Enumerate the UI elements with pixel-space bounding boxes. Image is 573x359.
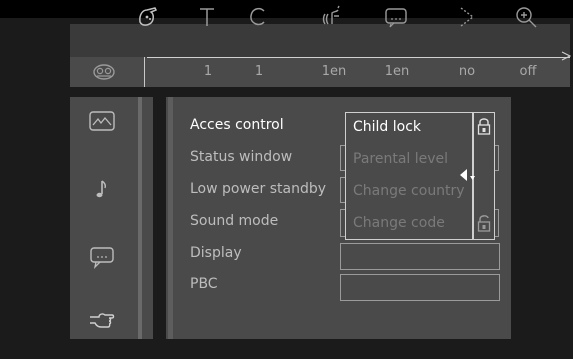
title-icon[interactable] [193, 3, 221, 31]
hand-pointer-icon[interactable] [85, 302, 119, 336]
picture-icon[interactable] [85, 104, 119, 138]
display-value-field[interactable] [340, 243, 500, 270]
speech-bubble-icon[interactable] [85, 240, 119, 274]
acces-control-submenu: Child lock Parental level Change country… [345, 112, 473, 240]
settings-panel: Acces control Status window Low power st… [166, 97, 511, 339]
status-zoom-value: off [519, 63, 537, 79]
submenu-item-child-lock[interactable]: Child lock [353, 115, 471, 139]
sidebar-rail [138, 97, 142, 339]
submenu-item-change-country[interactable]: Change country [353, 179, 471, 203]
left-arrow-pointer-icon [460, 169, 475, 181]
menu-item-low-power-standby[interactable]: Low power standby [190, 178, 350, 200]
pbc-value-field[interactable] [340, 274, 500, 301]
disc-reel-icon [90, 58, 118, 86]
chapter-icon[interactable] [244, 3, 272, 31]
lock-closed-icon[interactable] [477, 117, 491, 135]
menu-item-status-window[interactable]: Status window [190, 146, 350, 168]
status-chapter-value: 1 [254, 63, 264, 79]
submenu-item-parental-level[interactable]: Parental level [353, 147, 471, 171]
play-mode-icon[interactable] [452, 3, 480, 31]
audio-icon[interactable] [319, 3, 347, 31]
top-black-band [0, 0, 573, 18]
menu-item-acces-control[interactable]: Acces control [190, 114, 350, 136]
sidebar [70, 97, 153, 339]
osd-screen: 1 1 1en 1en no off Acces control Status … [0, 0, 573, 359]
menu-item-sound-mode[interactable]: Sound mode [190, 210, 350, 232]
subtitle-icon[interactable] [382, 3, 410, 31]
menu-item-pbc[interactable]: PBC [190, 273, 350, 295]
arrow-right-icon [561, 51, 571, 61]
status-audio-value: 1en [321, 63, 347, 79]
panel-rail [168, 97, 173, 339]
zoom-icon[interactable] [512, 3, 540, 31]
menu-item-display[interactable]: Display [190, 242, 350, 264]
angle-camera-icon[interactable] [134, 3, 162, 31]
submenu-item-change-code[interactable]: Change code [353, 211, 471, 235]
music-note-icon[interactable] [85, 172, 119, 206]
status-subtitle-value: 1en [384, 63, 410, 79]
status-playmode-value: no [458, 63, 476, 79]
lock-open-icon[interactable] [477, 214, 491, 232]
status-separator [144, 57, 145, 87]
